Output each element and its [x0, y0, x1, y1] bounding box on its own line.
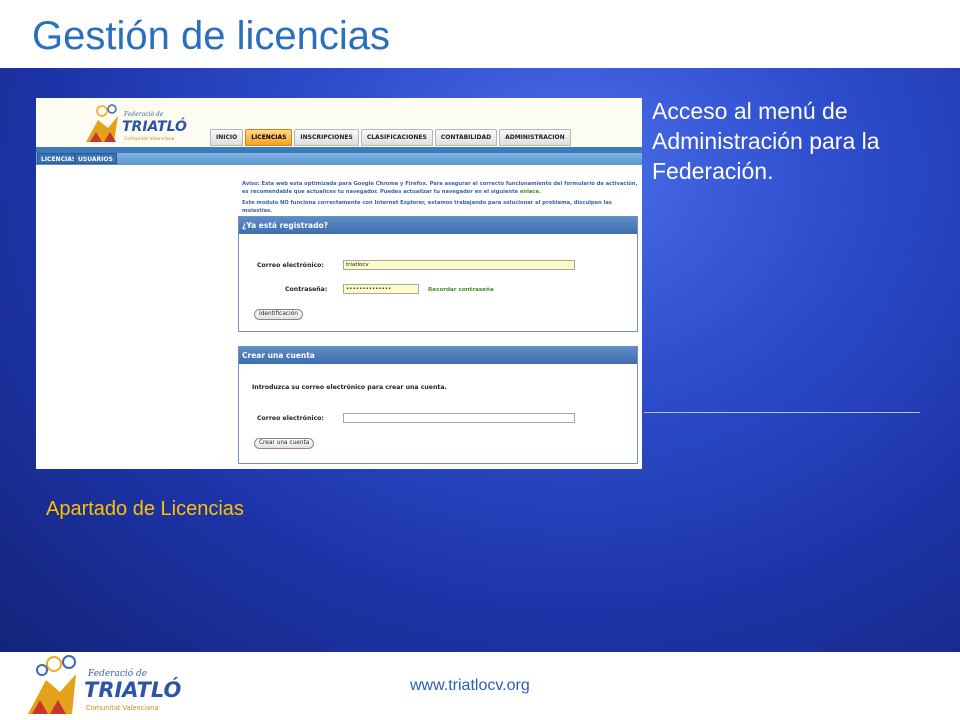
create-intro-text: Introduzca su correo electrónico para cr… [252, 384, 447, 391]
side-description: Acceso al menú de Administración para la… [652, 98, 880, 184]
logo-line2: TRIATLÓ [122, 117, 187, 135]
login-submit-button[interactable]: Identificación [254, 309, 303, 320]
nav-tab-administracion[interactable]: ADMINISTRACION [499, 129, 571, 146]
footer-logo-line3: Comunitat Valenciana [86, 704, 158, 712]
login-password-input[interactable]: •••••••••••••• [343, 284, 419, 294]
logo-line3: Comunitat Valenciana [124, 136, 175, 142]
login-email-label: Correo electrónico: [257, 262, 324, 269]
sub-tab-usuarios[interactable]: USUARIOS [74, 153, 117, 164]
federation-logo-small: Federació de TRIATLÓ Comunitat Valencian… [86, 104, 187, 142]
divider-line [644, 412, 920, 413]
footer-url[interactable]: www.triatlocv.org [410, 677, 530, 695]
create-email-label: Correo electrónico: [257, 415, 324, 422]
login-email-input[interactable]: triatlocv [343, 260, 575, 270]
nav-tab-inicio[interactable]: INICIO [210, 129, 244, 146]
site-nav: INICIO LICENCIAS INSCRIPCIONES CLASIFICA… [210, 129, 571, 146]
create-panel-title: Crear una cuenta [239, 347, 637, 364]
browser-notice: Aviso: Esta web esta optimizada para Goo… [242, 180, 638, 215]
notice-text-1: Aviso: Esta web esta optimizada para Goo… [242, 181, 638, 195]
login-password-label: Contraseña: [285, 286, 328, 293]
login-panel: ¿Ya está registrado? Correo electrónico:… [238, 216, 638, 332]
nav-tab-contabilidad[interactable]: CONTABILIDAD [434, 129, 498, 146]
create-email-input[interactable] [343, 413, 575, 423]
federation-logo: Federació de TRIATLÓ Comunitat Valencian… [28, 655, 182, 714]
login-panel-title: ¿Ya está registrado? [239, 217, 637, 234]
notice-text-2: Este modulo NO funciona correctamente co… [242, 200, 613, 214]
sub-nav: LICENCIAS USUARIOS [36, 153, 642, 165]
nav-tab-clasificaciones[interactable]: CLASIFICACIONES [360, 129, 433, 146]
caption-licencias: Apartado de Licencias [46, 498, 244, 520]
notice-link[interactable]: enlace. [520, 189, 541, 195]
create-account-button[interactable]: Crear una cuenta [254, 438, 315, 449]
site-header: Federació de TRIATLÓ Comunitat Valencian… [36, 98, 642, 150]
logo-line1: Federació de [123, 111, 164, 118]
footer-logo-line2: TRIATLÓ [84, 677, 182, 702]
nav-tab-licencias[interactable]: LICENCIAS [245, 129, 293, 146]
create-account-panel: Crear una cuenta Introduzca su correo el… [238, 346, 638, 464]
remember-password-link[interactable]: Recordar contraseña [428, 287, 494, 293]
nav-tab-inscripciones[interactable]: INSCRIPCIONES [294, 129, 359, 146]
slide-title: Gestión de licencias [32, 14, 390, 58]
embedded-screenshot: Federació de TRIATLÓ Comunitat Valencian… [36, 98, 642, 469]
